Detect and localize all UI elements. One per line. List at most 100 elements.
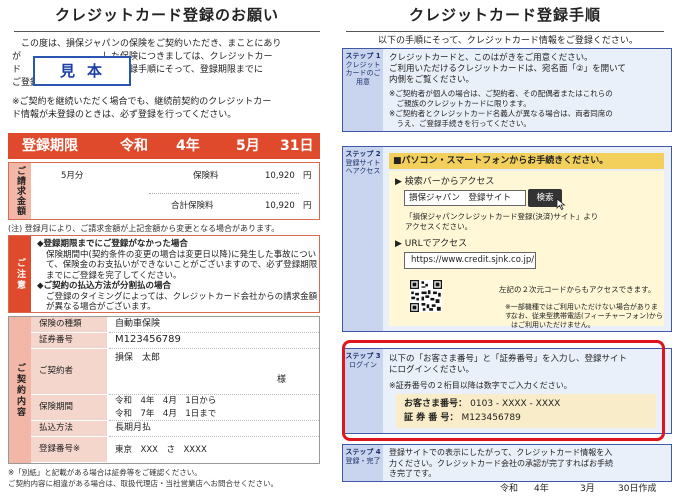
registration-number-label: 登録番号※ xyxy=(31,437,107,463)
step-1-line-3: 内側をご覧ください。 xyxy=(389,75,475,85)
contract-type-label: 保険の種類 xyxy=(31,317,107,333)
policyholder-suffix: 様 xyxy=(277,375,287,385)
caution-tag: ご注意 xyxy=(9,236,31,312)
caution-body: ◆登録期限までにご登録がなかった場合 保険期間中(契約条件の変更の場合は変更日以… xyxy=(37,239,319,313)
billing-month: 5月分 xyxy=(61,171,84,181)
billing-premium-amount: 10,920 xyxy=(265,171,295,181)
caution-item-1-body: 保険期間中(契約条件の変更の場合は変更日以降)に発生した事故について、保険金のお… xyxy=(46,249,318,281)
deadline-era: 令和 xyxy=(120,138,148,154)
payment-method-value: 長期月払 xyxy=(109,421,319,437)
deadline-label: 登録期限 xyxy=(22,138,78,154)
step-1-number: ステップ 1 xyxy=(345,52,381,60)
search-query-box: 損保ジャパン 登録サイト xyxy=(404,190,526,206)
search-note-2: アクセスください。 xyxy=(405,222,473,231)
caution-item-1-head: ◆登録期限までにご登録がなかった場合 xyxy=(37,239,188,249)
step-4-line-2: 力ください。クレジットカード会社の承認が完了すればお手続 xyxy=(389,458,613,468)
intro-line-1: この度は、損保ジャパンの保険をご契約いただき、まことにあり xyxy=(12,39,282,49)
step3-policy-label: 証 券 番 号： xyxy=(404,413,459,423)
policyholder-value: 損保 太郎 xyxy=(115,353,161,364)
creation-date-year: 4年 xyxy=(534,484,549,494)
step-4-line-3: き完了です。 xyxy=(389,469,437,478)
step-1-line-6: ※ご契約者とクレジットカード名義人が異なる場合は、両者同席の xyxy=(389,109,613,118)
caution-box: ご注意 ◆登録期限までにご登録がなかった場合 保険期間中(契約条件の変更の場合は… xyxy=(8,235,320,313)
step-1-label: ステップ 1 クレジットカードのご用意 xyxy=(343,49,383,131)
creation-date-day: 30日作成 xyxy=(618,484,657,494)
cursor-icon xyxy=(556,198,566,210)
step-1-title: クレジットカードのご用意 xyxy=(345,60,381,86)
contract-box: ご契約内容 保険の種類 自動車保険 証券番号 M123456789 ご契約者 損… xyxy=(8,316,320,464)
deadline-day: 31日 xyxy=(280,138,314,154)
policy-number-value: M123456789 xyxy=(109,333,319,349)
step-4-title: 登録・完了 xyxy=(345,456,381,465)
billing-divider xyxy=(149,193,299,194)
footnote-1: ※「別紙」と記載がある場合は証券等をご確認ください。 xyxy=(8,468,202,477)
qr-note: 左記の２次元コードからもアクセスできます。 xyxy=(499,285,656,294)
steps-title: クレジットカード登録手順 xyxy=(346,6,664,32)
billing-total-amount: 10,920 xyxy=(265,201,295,211)
step-2-box: ステップ 2 登録サイトへアクセス ■パソコン・スマートフォンからお手続きくださ… xyxy=(342,146,672,332)
policyholder-label: ご契約者 xyxy=(31,349,107,395)
billing-premium-label: 保険料 xyxy=(193,171,219,181)
search-note-1: 「損保ジャパンクレジットカード登録(決済)サイト」より xyxy=(405,212,599,221)
deadline-year: 4年 xyxy=(176,138,200,154)
step3-policy-value: M123456789 xyxy=(461,413,521,423)
step-1-line-2: ご利用いただけるクレジットカードは、宛名面「②」を開いて xyxy=(389,64,626,74)
caution-item-2-head: ◆ご契約の払込方法が分割払の場合 xyxy=(37,281,172,291)
billing-row-1: 5月分 保険料 10,920 円 xyxy=(31,167,321,185)
step-2-title: 登録サイトへアクセス xyxy=(345,158,381,176)
billing-total-unit: 円 xyxy=(303,201,312,211)
creation-date-month: 3月 xyxy=(580,484,595,494)
creation-date-era: 令和 xyxy=(500,484,519,494)
customer-number-row: お客さま番号： 0103 - XXXX - XXXX xyxy=(404,397,648,411)
intro-line-6: ド情報が未登録のときは、必ず登録を行ってください。 xyxy=(12,110,237,120)
footnote-2: ご契約内容に相違がある場合は、取扱代理店・当社営業店へお問合せください。 xyxy=(8,478,278,488)
billing-box: ご請求金額 5月分 保険料 10,920 円 合計保険料 10,920 円 xyxy=(8,162,320,220)
step-1-line-5: ご親族のクレジットカードに限ります。 xyxy=(389,99,531,108)
step-1-line-4: ※ご契約者が個人の場合は、ご契約者、その配偶者またはこれらの xyxy=(389,89,613,98)
footnotes: ※「別紙」と記載がある場合は証券等をご確認ください。 ご契約内容に相違がある場合… xyxy=(8,468,333,489)
url-access-heading: ▶ URLでアクセス xyxy=(395,239,468,249)
billing-premium-unit: 円 xyxy=(303,171,312,181)
billing-note: (注) 登録月により、ご請求金額が上記金額から変更となる場合があります。 xyxy=(8,224,280,233)
customer-number-value: 0103 - XXXX - XXXX xyxy=(470,399,561,409)
deadline-month: 5月 xyxy=(236,138,260,154)
customer-number-label: お客さま番号： xyxy=(404,399,468,409)
step-4-box: ステップ 4 登録・完了 登録サイトでの表示にしたがって、クレジットカード情報を… xyxy=(342,444,672,482)
qr-code-icon xyxy=(410,280,442,312)
step-4-number: ステップ 4 xyxy=(345,448,381,456)
mobile-note-3: はご利用いただけません。 xyxy=(511,321,595,329)
coverage-period-end: 令和 7年 4月 1日まで xyxy=(109,408,319,421)
registration-request-panel: クレジットカード登録のお願い この度は、損保ジャパンの保険をご契約いただき、まこ… xyxy=(0,0,336,501)
intro-line-5: ※ご契約を継続いただく場合でも、継続前契約のクレジットカー xyxy=(12,97,272,107)
contract-tag: ご契約内容 xyxy=(9,317,31,463)
login-numbers-box: お客さま番号： 0103 - XXXX - XXXX 証 券 番 号： M123… xyxy=(396,394,656,428)
url-box: https://www.credit.sjnk.co.jp/ xyxy=(404,252,536,269)
policy-number-row: 証 券 番 号： M123456789 xyxy=(404,411,648,425)
registration-number-value: 東京 XXX さ XXXX xyxy=(115,444,207,455)
step-1-box: ステップ 1 クレジットカードのご用意 クレジットカードと、このはがきをご用意く… xyxy=(342,48,672,132)
billing-row-2: 合計保険料 10,920 円 xyxy=(31,197,321,215)
billing-tag: ご請求金額 xyxy=(9,163,31,219)
deadline-banner: 登録期限 令和 4年 5月 31日 xyxy=(8,133,320,159)
payment-method-label: 払込方法 xyxy=(31,421,107,437)
step-1-line-1: クレジットカードと、このはがきをご用意ください。 xyxy=(389,53,593,63)
sample-stamp: 見本 xyxy=(33,56,131,86)
step-2-number: ステップ 2 xyxy=(345,150,381,158)
request-title: クレジットカード登録のお願い xyxy=(14,6,320,32)
step-4-line-1: 登録サイトでの表示にしたがって、クレジットカード情報を入 xyxy=(389,448,613,457)
search-access-heading: ▶ 検索バーからアクセス xyxy=(395,177,495,187)
step-1-content: クレジットカードと、このはがきをご用意ください。 ご利用いただけるクレジットカー… xyxy=(389,53,669,129)
coverage-period-start: 令和 4年 4月 1日から xyxy=(115,396,217,407)
contract-type-value: 自動車保険 xyxy=(109,317,319,333)
step-1-line-7: うえ、ご登録手続きを行ってください。 xyxy=(389,119,531,128)
coverage-period-label: 保険期間 xyxy=(31,395,107,421)
step-4-label: ステップ 4 登録・完了 xyxy=(343,445,383,481)
step-2-label: ステップ 2 登録サイトへアクセス xyxy=(343,147,383,331)
policy-number-label: 証券番号 xyxy=(31,333,107,349)
pc-smartphone-bar: ■パソコン・スマートフォンからお手続きください。 xyxy=(389,153,664,169)
step-4-content: 登録サイトでの表示にしたがって、クレジットカード情報を入 力ください。クレジット… xyxy=(389,448,669,480)
caution-item-2-body: ご登録のタイミングによっては、クレジットカード会社からの請求金額が異なる場合がご… xyxy=(46,291,318,313)
steps-subtitle: 以下の手順にそって、クレジットカード情報をご登録ください。 xyxy=(378,36,638,46)
mobile-note-2: なお、従来型携帯電話(フィーチャーフォン)から xyxy=(511,312,663,320)
billing-total-label: 合計保険料 xyxy=(171,201,214,211)
